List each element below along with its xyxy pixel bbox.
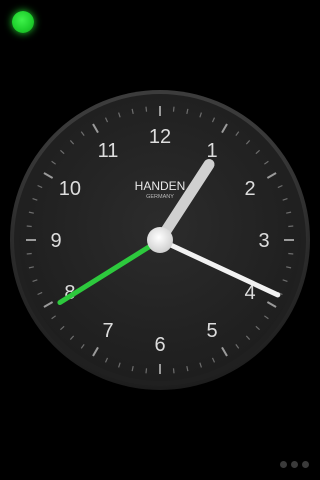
- hour-numeral-3: 3: [258, 230, 269, 252]
- clock-face-svg: 121234567891011 HANDEN GERMANY: [10, 90, 310, 390]
- origin-label: GERMANY: [146, 194, 174, 200]
- page-dot[interactable]: [302, 461, 309, 468]
- hour-numeral-11: 11: [98, 140, 119, 162]
- hour-numeral-1: 1: [206, 140, 217, 162]
- hour-numeral-10: 10: [59, 178, 81, 200]
- minute-tick: [172, 106, 175, 112]
- hour-numeral-12: 12: [149, 126, 171, 148]
- hour-numeral-9: 9: [50, 230, 61, 252]
- center-hub: [147, 227, 173, 253]
- hour-numeral-7: 7: [102, 320, 113, 342]
- page-dot[interactable]: [280, 461, 287, 468]
- brand-label: HANDEN: [135, 179, 186, 193]
- minute-tick: [145, 106, 148, 112]
- minute-tick: [288, 252, 294, 255]
- status-light-icon: [12, 11, 34, 33]
- minute-tick: [145, 368, 148, 374]
- minute-tick: [26, 225, 32, 228]
- analog-clock: 12 1 2 3 4 5 6 7 8 9 10 11 HANDEN GERMANY: [0, 80, 320, 400]
- page-indicator[interactable]: [280, 461, 309, 468]
- minute-tick: [288, 225, 294, 228]
- page-dot[interactable]: [291, 461, 298, 468]
- hour-numeral-2: 2: [245, 178, 256, 200]
- hour-numeral-5: 5: [206, 320, 217, 342]
- minute-tick: [172, 368, 175, 374]
- minute-tick: [26, 252, 32, 255]
- hour-numeral-6: 6: [154, 334, 165, 356]
